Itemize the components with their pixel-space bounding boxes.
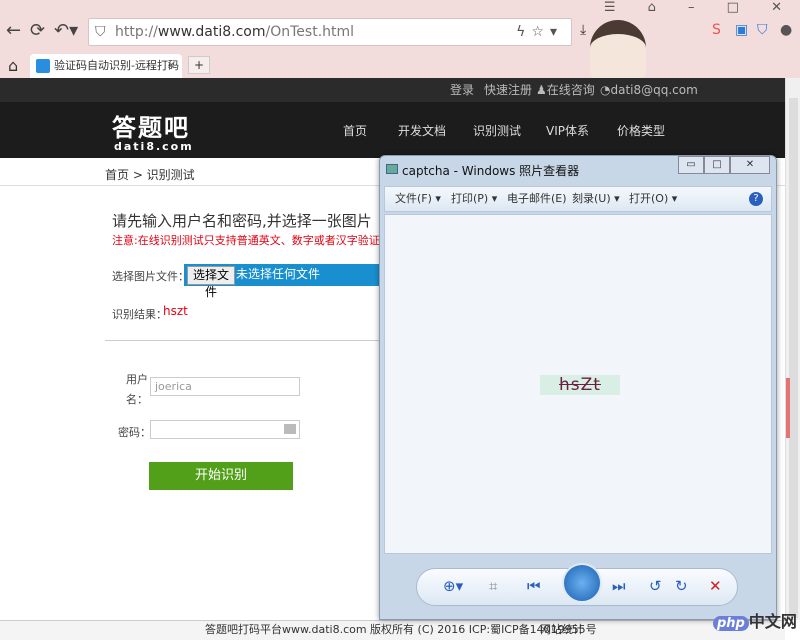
keyboard-icon[interactable] [284, 424, 296, 434]
login-link[interactable]: 登录 [450, 78, 474, 102]
address-bar[interactable]: ⛉ http://www.dati8.com/OnTest.html ϟ☆▾ [88, 18, 572, 46]
password-input[interactable] [150, 420, 300, 439]
viewer-title: captcha - Windows 照片查看器 [402, 164, 580, 178]
nav-docs[interactable]: 开发文档 [398, 122, 446, 139]
shield-extension-icon[interactable]: ⛉ [757, 22, 768, 38]
tab-active[interactable]: 验证码自动识别-远程打码 ✕ [30, 54, 182, 78]
new-tab-button[interactable]: + [188, 56, 210, 74]
menu-print[interactable]: 打印(P) ▾ [451, 187, 497, 211]
window-controls[interactable]: ☰ ⌂ – □ ✕ [604, 0, 800, 15]
favicon-icon [36, 59, 50, 73]
captcha-image: hsZt [540, 375, 620, 395]
nav-pricing[interactable]: 价格类型 [617, 122, 665, 139]
close-tab-icon[interactable]: ✕ [167, 54, 176, 78]
next-icon[interactable]: ⏭ [612, 577, 626, 595]
nav-test[interactable]: 识别测试 [473, 122, 521, 139]
choose-file-button[interactable]: 选择文件 [187, 266, 235, 299]
back-icon[interactable]: ← [6, 20, 21, 41]
viewer-menubar: 文件(F) ▾ 打印(P) ▾ 电子邮件(E) 刻录(U) ▾ 打开(O) ▾ … [384, 186, 772, 212]
slideshow-button[interactable] [562, 563, 602, 603]
page-heading: 请先输入用户名和密码,并选择一张图片 [112, 212, 372, 230]
consult-link[interactable]: ♟在线咨询 [536, 78, 595, 102]
rotate-left-icon[interactable]: ↺ [649, 577, 662, 595]
result-value: hszt [163, 304, 188, 318]
menu-email[interactable]: 电子邮件(E) [507, 187, 567, 211]
footer-copyright: 答题吧打码平台www.dati8.com 版权所有 (C) 2016 ICP:蜀… [205, 623, 597, 636]
nav-home[interactable]: 首页 [343, 122, 367, 139]
search-extension-icon[interactable]: ▣ [735, 22, 748, 38]
start-recognition-button[interactable]: 开始识别 [149, 462, 293, 490]
image-canvas: hsZt [384, 214, 772, 554]
refresh-icon[interactable]: ⟳ [30, 20, 45, 41]
menu-burn[interactable]: 刻录(U) ▾ [572, 187, 620, 211]
nav-vip[interactable]: VIP体系 [546, 122, 589, 139]
email-link[interactable]: ◔dati8@qq.com [600, 78, 698, 102]
photo-viewer-icon [386, 164, 398, 174]
decorative-character [590, 6, 700, 78]
star-icon[interactable]: ϟ☆▾ [516, 19, 563, 45]
notice-text: 注意:在线识别测试只支持普通英文、数字或者汉字验证码、选择 [112, 234, 424, 247]
shield-icon: ⛉ [95, 24, 106, 40]
page-scrollbar[interactable] [785, 78, 800, 620]
photo-viewer-window: captcha - Windows 照片查看器 ▭ □ ✕ 文件(F) ▾ 打印… [379, 155, 777, 620]
rotate-right-icon[interactable]: ↻ [675, 577, 688, 595]
close-button[interactable]: ✕ [730, 156, 770, 174]
breadcrumb: 首页 > 识别测试 [105, 168, 195, 182]
home-icon[interactable]: ⌂ [8, 56, 18, 75]
fit-icon[interactable]: ⌗ [489, 577, 497, 595]
php-watermark: php 中文网 [713, 608, 797, 632]
footer-stats-link[interactable]: 网站统计 [540, 621, 584, 639]
viewer-controls: ⊕▾ ⌗ ⏮ ⏭ ↺ ↻ ✕ [416, 563, 738, 606]
site-logo[interactable]: 答题吧 [112, 108, 190, 143]
main-nav: 答题吧 dati8.com 首页 开发文档 识别测试 VIP体系 价格类型 [0, 102, 785, 158]
help-icon[interactable]: ? [749, 192, 763, 206]
undo-icon[interactable]: ↶▾ [54, 20, 78, 41]
delete-icon[interactable]: ✕ [709, 577, 722, 595]
zoom-icon[interactable]: ⊕▾ [443, 577, 463, 595]
browser-chrome: ← ⟳ ↶▾ ⛉ http://www.dati8.com/OnTest.htm… [0, 0, 800, 78]
more-icon[interactable]: ● [780, 22, 792, 38]
username-input[interactable]: joerica [150, 377, 300, 396]
menu-file[interactable]: 文件(F) ▾ [395, 187, 441, 211]
site-logo-sub: dati8.com [114, 140, 194, 153]
maximize-button[interactable]: □ [704, 156, 730, 174]
result-label: 识别结果： [112, 308, 167, 321]
username-label: 用户名： [126, 373, 148, 406]
menu-open[interactable]: 打开(O) ▾ [629, 187, 677, 211]
download-icon[interactable]: ⤓ [580, 22, 586, 38]
s-extension-icon[interactable]: S [712, 22, 721, 38]
footer: 答题吧打码平台www.dati8.com 版权所有 (C) 2016 ICP:蜀… [0, 620, 785, 640]
register-link[interactable]: 快速注册 [484, 78, 532, 102]
minimize-button[interactable]: ▭ [678, 156, 704, 174]
file-label: 选择图片文件： [112, 270, 189, 283]
password-label: 密码： [118, 426, 151, 439]
previous-icon[interactable]: ⏮ [527, 577, 541, 595]
site-topbar: 登录 快速注册 ♟在线咨询 ◔dati8@qq.com [0, 78, 785, 102]
